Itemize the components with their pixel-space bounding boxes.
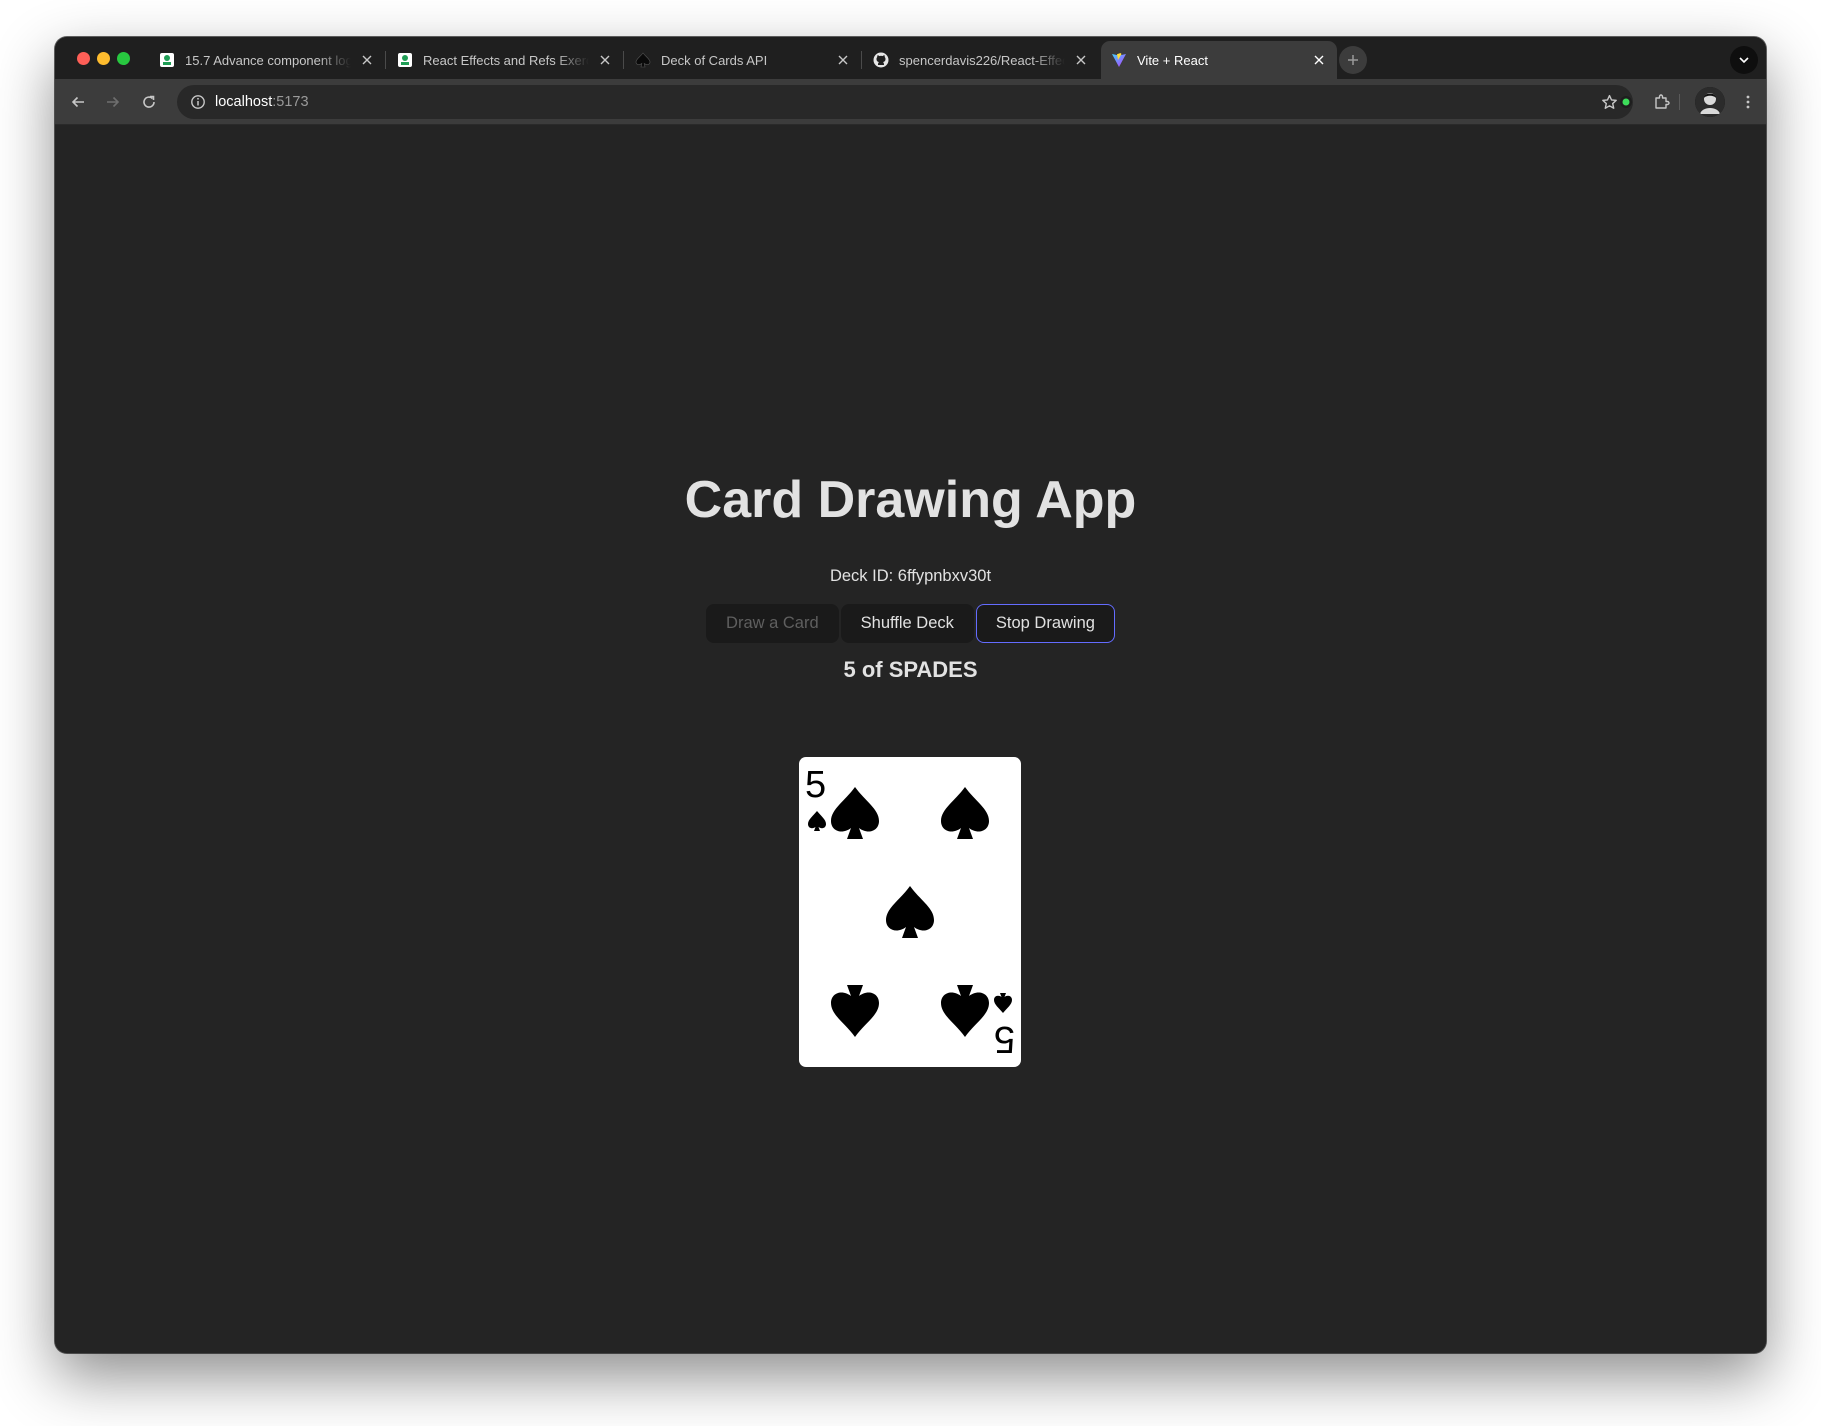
tab-title: 15.7 Advance component logic	[185, 52, 351, 68]
close-tab-icon[interactable]	[1073, 52, 1089, 68]
tab-title: Vite + React	[1137, 52, 1208, 68]
minimize-window-button[interactable]	[97, 52, 110, 65]
reload-button[interactable]	[135, 88, 163, 116]
tab-deck-of-cards-api[interactable]: Deck of Cards API	[625, 41, 861, 79]
tab-separator	[385, 51, 386, 69]
reload-icon	[143, 95, 155, 108]
arrow-right-icon	[107, 96, 120, 108]
plus-icon	[1348, 55, 1358, 65]
tab-strip: 15.7 Advance component logic React Effec…	[55, 37, 1766, 79]
deck-id-text: Deck ID: 6ffypnbxv30t	[829, 567, 992, 585]
url-host: localhost	[215, 94, 273, 110]
spade-pip-icon	[831, 787, 879, 839]
card-face: 5 5	[805, 764, 1015, 1060]
browser-window: 15.7 Advance component logic React Effec…	[55, 37, 1766, 1353]
shuffle-deck-button[interactable]: Shuffle Deck	[840, 604, 974, 643]
site-info-icon[interactable]	[181, 85, 215, 119]
spade-pip-icon	[941, 787, 989, 839]
close-tab-icon[interactable]	[1311, 52, 1327, 68]
tab-separator	[861, 51, 862, 69]
spade-pip-icon	[831, 985, 879, 1037]
extension-status-button[interactable]	[1612, 88, 1640, 116]
tab-title: spencerdavis226/React-Effects	[899, 52, 1065, 68]
spade-pip-icon	[886, 886, 934, 938]
close-tab-icon[interactable]	[835, 52, 851, 68]
forward-button[interactable]	[99, 88, 127, 116]
avatar-icon	[1695, 87, 1725, 117]
card-rank-bottom: 5	[994, 1018, 1015, 1060]
tab-advance-component-logic[interactable]: 15.7 Advance component logic	[149, 41, 385, 79]
card-rank-top: 5	[805, 764, 826, 806]
playing-card-five-of-spades: 5 5	[799, 757, 1021, 1067]
tab-separator	[623, 51, 624, 69]
puzzle-icon	[1655, 94, 1670, 109]
arrow-left-icon	[71, 96, 84, 108]
close-tab-icon[interactable]	[359, 52, 375, 68]
back-button[interactable]	[64, 88, 92, 116]
extensions-button[interactable]	[1648, 88, 1676, 116]
spade-icon	[635, 52, 651, 68]
stop-drawing-button[interactable]: Stop Drawing	[975, 604, 1115, 643]
vite-icon	[1111, 52, 1127, 68]
card-name: 5 of SPADES	[843, 657, 978, 682]
new-tab-button[interactable]	[1339, 46, 1367, 74]
button-row: Draw a Card Shuffle Deck Stop Drawing	[55, 604, 1766, 643]
tab-title: Deck of Cards API	[661, 52, 768, 68]
tab-vite-react[interactable]: Vite + React	[1101, 41, 1337, 79]
corner-spade-bottom-icon	[994, 993, 1012, 1013]
github-icon	[873, 52, 889, 68]
page-viewport: Card Drawing App Deck ID: 6ffypnbxv30t D…	[55, 125, 1766, 1353]
tab-react-effects-exercise[interactable]: React Effects and Refs Exercise	[387, 41, 623, 79]
profile-avatar[interactable]	[1695, 87, 1725, 117]
browser-toolbar: localhost:5173	[55, 79, 1766, 125]
draw-card-button[interactable]: Draw a Card	[706, 604, 839, 643]
tab-github-repo[interactable]: spencerdavis226/React-Effects	[863, 41, 1099, 79]
address-bar[interactable]: localhost:5173	[177, 85, 1633, 119]
chevron-down-icon	[1739, 57, 1749, 64]
corner-spade-top-icon	[808, 811, 826, 831]
kebab-menu-icon	[1746, 95, 1750, 109]
url-text: localhost:5173	[215, 94, 309, 110]
tab-title: React Effects and Refs Exercise	[423, 52, 589, 68]
toolbar-separator	[1679, 94, 1680, 110]
spade-pip-icon	[941, 985, 989, 1037]
maximize-window-button[interactable]	[117, 52, 130, 65]
springboard-icon	[159, 52, 175, 68]
springboard-icon	[397, 52, 413, 68]
page-title: Card Drawing App	[684, 471, 1137, 529]
tab-search-button[interactable]	[1730, 46, 1758, 74]
browser-menu-button[interactable]	[1734, 88, 1762, 116]
close-window-button[interactable]	[77, 52, 90, 65]
green-dot-icon	[1620, 96, 1632, 108]
url-port: :5173	[272, 94, 309, 110]
close-tab-icon[interactable]	[597, 52, 613, 68]
